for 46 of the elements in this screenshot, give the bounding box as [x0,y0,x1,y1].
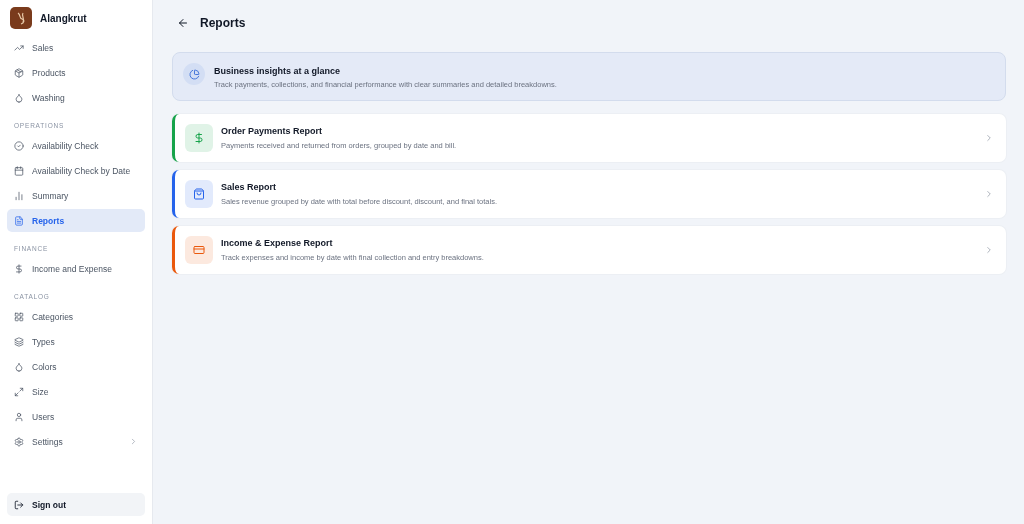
sidebar-item[interactable]: Colors [7,355,145,378]
pie-chart-icon [183,63,205,85]
bag-icon [185,180,213,208]
card-icon [185,236,213,264]
chevron-right-icon [129,437,138,446]
logo-icon [10,7,32,29]
report-title: Sales Report [221,182,278,192]
brand-name: Alangkrut [40,12,87,24]
check-circle-icon [14,140,24,151]
page-title: Reports [200,16,246,30]
box-icon [14,67,24,78]
sidebar-item[interactable]: Types [7,330,145,353]
layers-icon [14,336,24,347]
sidebar-item[interactable]: Income and Expense [7,257,145,280]
trend-icon [14,42,24,53]
calendar-icon [14,165,24,176]
sidebar-item[interactable]: Availability Check by Date [7,159,145,182]
sidebar-item[interactable]: Washing [7,86,145,109]
dollar-icon [185,124,213,152]
dollar-icon [14,263,24,274]
back-arrow-icon[interactable] [177,17,189,29]
user-icon [14,411,24,422]
chevron-right-icon [984,133,994,143]
sidebar-item[interactable]: Users [7,405,145,428]
chevron-right-icon [984,189,994,199]
sidebar-item[interactable]: Availability Check [7,134,145,157]
expand-icon [14,386,24,397]
sidebar-item[interactable]: Sales [7,36,145,59]
report-title: Income & Expense Report [221,238,334,248]
droplet-icon [14,92,24,103]
sign-out-button[interactable]: Sign out [7,493,145,516]
bar-chart-icon [14,190,24,201]
droplet-icon [14,361,24,372]
sidebar-item[interactable]: Settings [7,430,145,453]
sidebar-item[interactable]: Size [7,380,145,403]
grid-icon [14,311,24,322]
banner-title: Business insights at a glance [214,66,342,76]
sidebar-item[interactable]: Categories [7,305,145,328]
settings-icon [14,436,24,447]
sign-out-icon [14,499,24,510]
sidebar-item[interactable]: Summary [7,184,145,207]
chevron-right-icon [984,245,994,255]
sidebar-item[interactable]: Products [7,61,145,84]
document-icon [14,215,24,226]
report-title: Order Payments Report [221,126,324,136]
sidebar-item[interactable]: Reports [7,209,145,232]
